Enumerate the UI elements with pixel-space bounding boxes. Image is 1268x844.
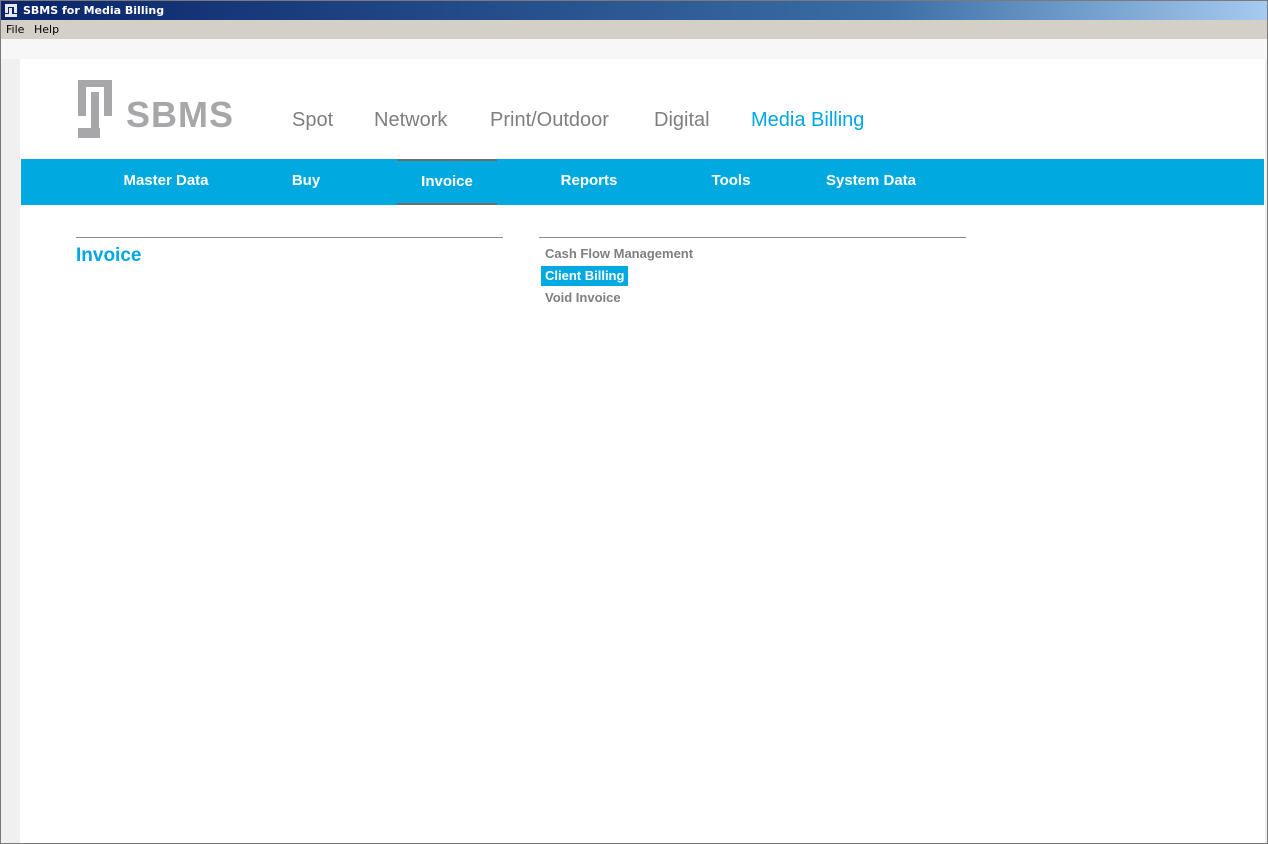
section-divider-right bbox=[539, 237, 966, 238]
menu-help[interactable]: Help bbox=[34, 23, 59, 36]
action-cash-flow-management[interactable]: Cash Flow Management bbox=[541, 244, 697, 264]
tab-system-data[interactable]: System Data bbox=[811, 159, 931, 205]
title-bar[interactable]: SBMS for Media Billing bbox=[1, 1, 1267, 20]
menu-bar: File Help bbox=[1, 20, 1267, 39]
tab-tools[interactable]: Tools bbox=[686, 159, 776, 205]
section-title: Invoice bbox=[76, 245, 142, 266]
menu-file[interactable]: File bbox=[6, 23, 24, 36]
tab-invoice[interactable]: Invoice bbox=[397, 159, 497, 205]
main-content: SBMS Spot Network Print/Outdoor Digital … bbox=[20, 59, 1265, 843]
app-logo-icon bbox=[5, 4, 17, 17]
module-tab-bar: Master Data Buy Invoice Reports Tools Sy… bbox=[21, 159, 1264, 205]
tab-master-data[interactable]: Master Data bbox=[101, 159, 231, 205]
nav-print-outdoor[interactable]: Print/Outdoor bbox=[490, 109, 609, 132]
window-title: SBMS for Media Billing bbox=[23, 4, 165, 17]
tab-reports[interactable]: Reports bbox=[539, 159, 639, 205]
nav-network[interactable]: Network bbox=[374, 109, 447, 132]
nav-spot[interactable]: Spot bbox=[292, 109, 333, 132]
sbms-wordmark: SBMS bbox=[126, 94, 235, 135]
sbms-logo: SBMS bbox=[78, 80, 238, 140]
nav-media-billing[interactable]: Media Billing bbox=[751, 109, 864, 132]
action-void-invoice[interactable]: Void Invoice bbox=[541, 288, 625, 308]
section-divider-left bbox=[76, 237, 503, 238]
nav-digital[interactable]: Digital bbox=[654, 109, 710, 132]
tab-buy[interactable]: Buy bbox=[261, 159, 351, 205]
action-client-billing[interactable]: Client Billing bbox=[541, 266, 629, 286]
app-window: SBMS for Media Billing File Help SBMS Sp… bbox=[0, 0, 1268, 844]
client-top-strip bbox=[1, 39, 1267, 59]
